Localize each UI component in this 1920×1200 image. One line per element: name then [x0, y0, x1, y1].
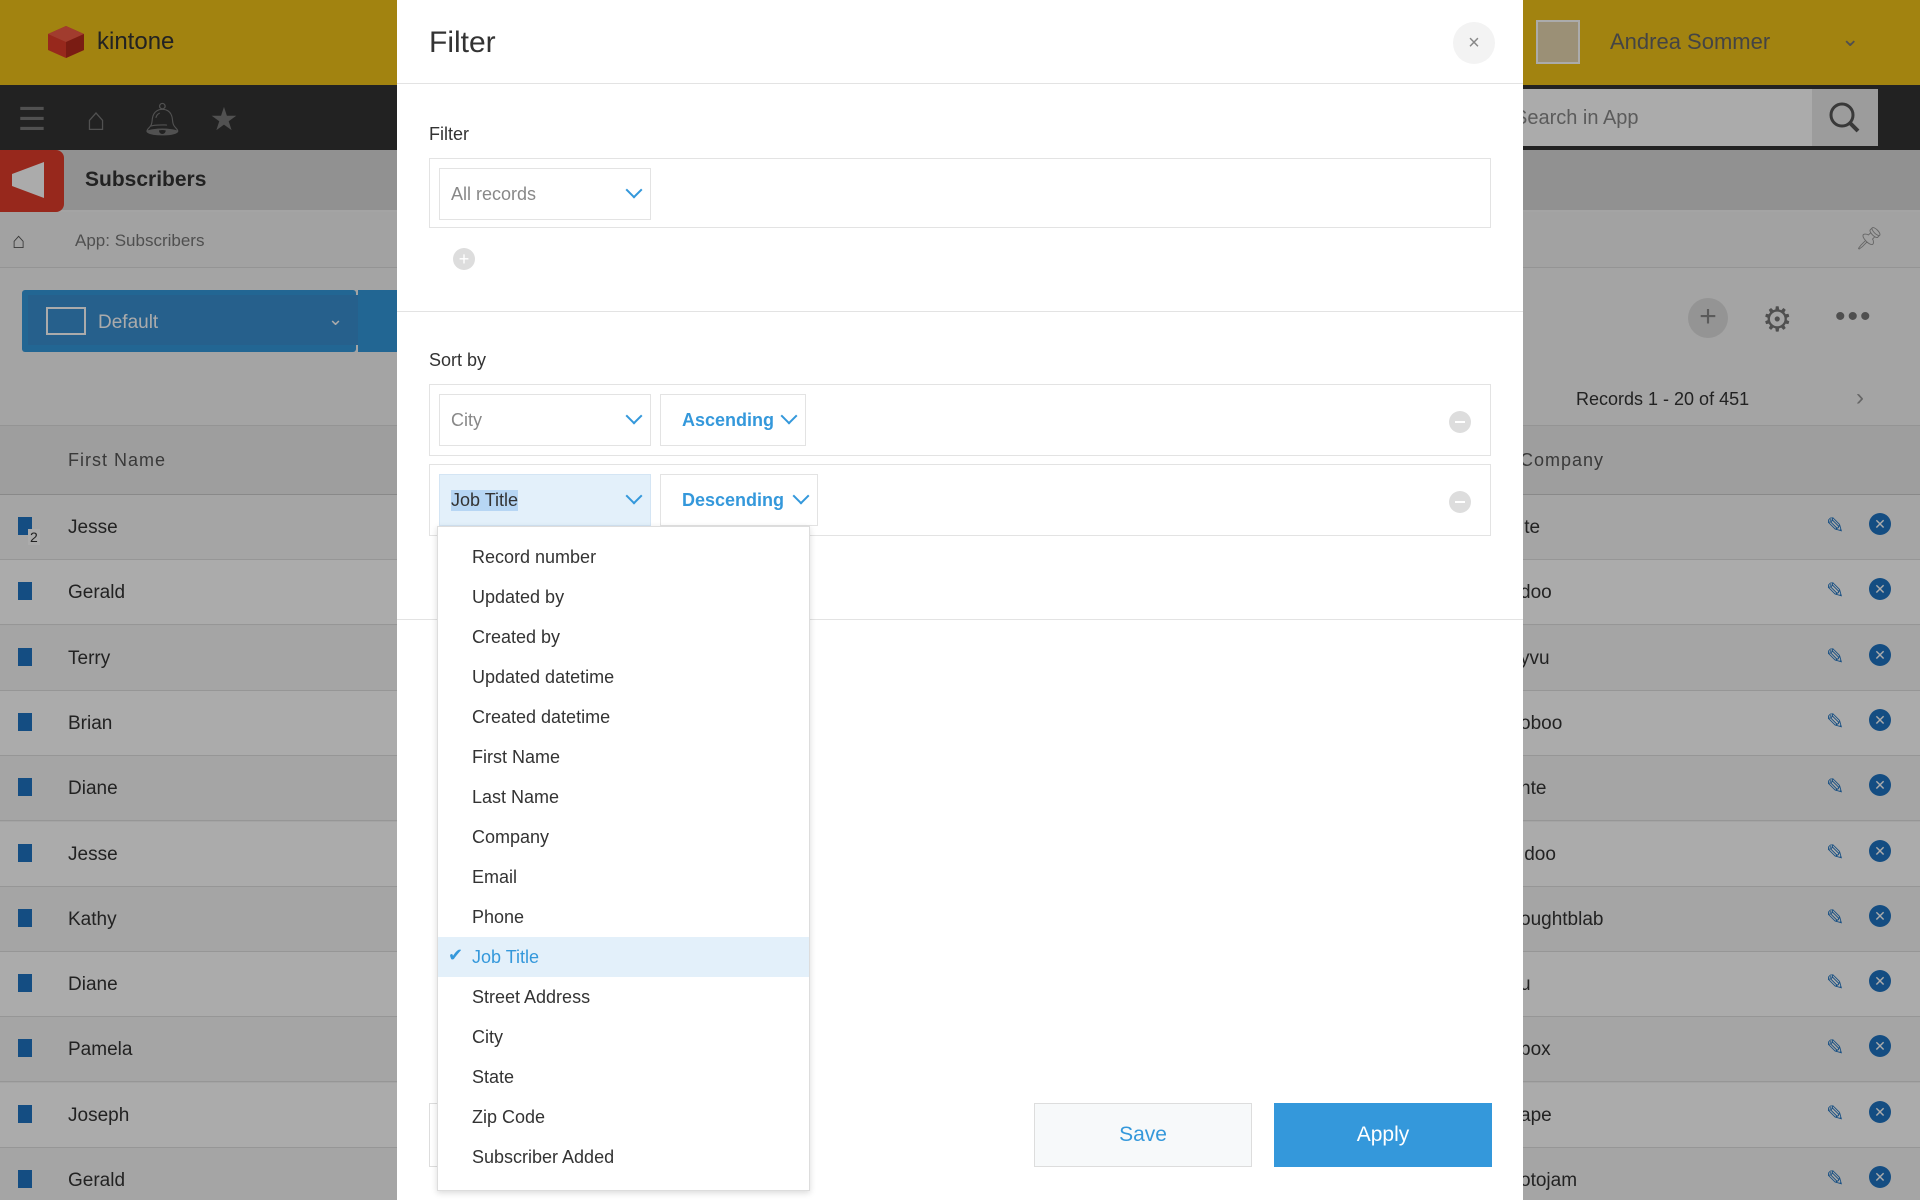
sort-order-select[interactable]: Descending — [660, 474, 818, 526]
apply-button[interactable]: Apply — [1274, 1103, 1492, 1167]
dropdown-option[interactable]: Last Name — [438, 777, 809, 817]
dropdown-option-label: Updated by — [472, 587, 565, 607]
dropdown-option[interactable]: Phone — [438, 897, 809, 937]
dropdown-option[interactable]: ✔ Job Title — [438, 937, 809, 977]
dropdown-option-label: State — [472, 1067, 515, 1087]
remove-sort-icon[interactable] — [1449, 411, 1471, 433]
dropdown-option-label: First Name — [472, 747, 561, 767]
sort-field-value: Job Title — [451, 490, 519, 511]
sort-order-select[interactable]: Ascending — [660, 394, 806, 446]
checkmark-icon: ✔ — [448, 945, 464, 965]
dropdown-option-label: Company — [472, 827, 550, 847]
dropdown-option[interactable]: State — [438, 1057, 809, 1097]
dropdown-option[interactable]: City — [438, 1017, 809, 1057]
dropdown-option-label: Street Address — [472, 987, 591, 1007]
dropdown-option[interactable]: Updated datetime — [438, 657, 809, 697]
sort-row: City Ascending — [429, 384, 1491, 456]
dropdown-option[interactable]: Created by — [438, 617, 809, 657]
dropdown-option-label: City — [472, 1027, 503, 1047]
sort-field-dropdown: Record number Updated by Created by Updated… — [437, 526, 810, 1191]
filter-label: Filter — [429, 124, 469, 144]
add-condition-icon[interactable]: + — [453, 248, 475, 270]
chevron-down-icon — [780, 407, 798, 425]
dropdown-option[interactable]: Company — [438, 817, 809, 857]
chevron-down-icon — [625, 487, 643, 505]
sort-field-select[interactable]: Job Title — [439, 474, 651, 526]
dropdown-option-label: Updated datetime — [472, 667, 615, 687]
dropdown-option[interactable]: Updated by — [438, 577, 809, 617]
filter-condition-value: All records — [451, 184, 537, 204]
filter-section: Filter All records + — [397, 84, 1523, 312]
filter-modal: Filter × Filter All records + Sort by Ci… — [397, 0, 1523, 1200]
dropdown-option-label: Record number — [472, 547, 597, 567]
dropdown-option[interactable]: Created datetime — [438, 697, 809, 737]
modal-header: Filter × — [397, 0, 1523, 84]
remove-sort-icon[interactable] — [1449, 491, 1471, 513]
chevron-down-icon — [625, 181, 643, 199]
save-button[interactable]: Save — [1034, 1103, 1252, 1167]
dropdown-option[interactable]: Subscriber Added — [438, 1137, 809, 1177]
chevron-down-icon — [792, 487, 810, 505]
dropdown-option-label: Last Name — [472, 787, 560, 807]
dropdown-option[interactable]: Zip Code — [438, 1097, 809, 1137]
dropdown-option-label: Created by — [472, 627, 561, 647]
dropdown-option[interactable]: First Name — [438, 737, 809, 777]
modal-title: Filter — [429, 26, 496, 59]
sort-field-select[interactable]: City — [439, 394, 651, 446]
dropdown-option-label: Subscriber Added — [472, 1147, 615, 1167]
dropdown-option-label: Zip Code — [472, 1107, 546, 1127]
dropdown-option[interactable]: Street Address — [438, 977, 809, 1017]
filter-condition-box: All records — [429, 158, 1491, 228]
filter-condition-select[interactable]: All records — [439, 168, 651, 220]
close-icon[interactable]: × — [1453, 22, 1495, 64]
dropdown-option-label: Job Title — [472, 947, 540, 967]
dropdown-option-label: Email — [472, 867, 518, 887]
sort-field-value: City — [451, 410, 482, 430]
dropdown-option[interactable]: Record number — [438, 537, 809, 577]
chevron-down-icon — [625, 407, 643, 425]
dropdown-option[interactable]: Email — [438, 857, 809, 897]
dropdown-option-label: Phone — [472, 907, 525, 927]
dropdown-option-label: Created datetime — [472, 707, 611, 727]
sort-label: Sort by — [429, 350, 487, 370]
sort-order-value: Ascending — [682, 410, 775, 430]
sort-order-value: Descending — [682, 490, 785, 510]
